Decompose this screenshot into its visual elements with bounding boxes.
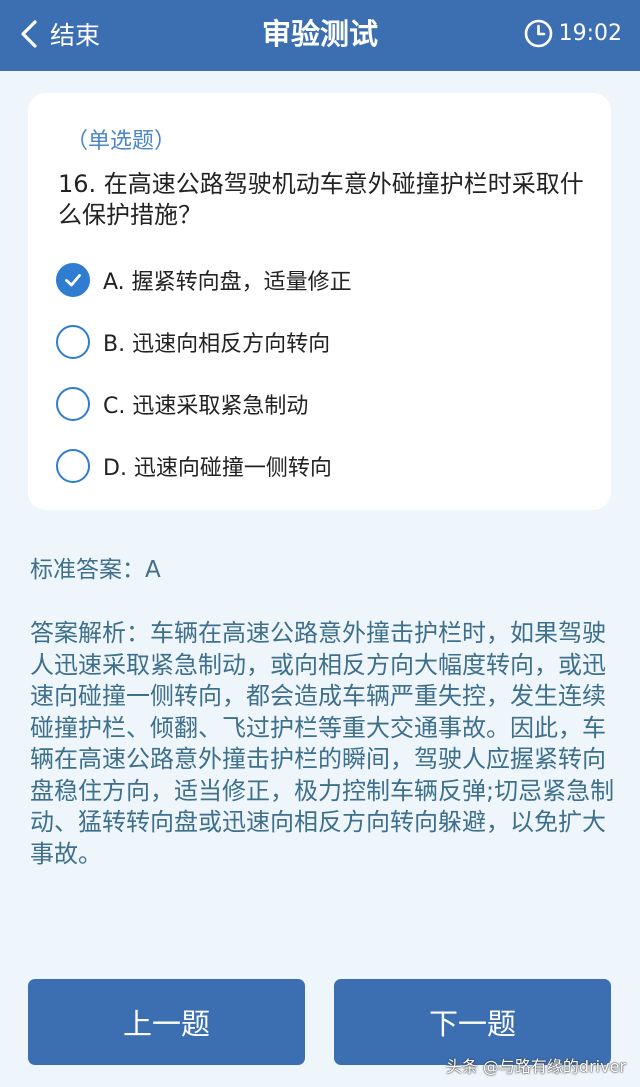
top-bar: 结束 审验测试 19:02: [0, 0, 640, 71]
end-button[interactable]: 结束: [18, 14, 100, 54]
answer-analysis: 答案解析：车辆在高速公路意外撞击护栏时，如果驾驶人迅速采取紧急制动，或向相反方向…: [30, 619, 615, 868]
standard-answer: 标准答案：A: [30, 557, 161, 583]
radio-icon[interactable]: [56, 387, 90, 421]
question-card: （单选题） 16. 在高速公路驾驶机动车意外碰撞护栏时采取什么保护措施？ A. …: [28, 93, 611, 510]
prev-question-button[interactable]: 上一题: [28, 979, 305, 1065]
watermark: 头条 @与路有缘的driver: [445, 1057, 626, 1076]
timer: 19:02: [524, 17, 622, 49]
chevron-left-icon: [21, 20, 37, 48]
checkmark-icon: [65, 274, 81, 287]
end-button-label: 结束: [50, 21, 101, 50]
option-b-label: B. 迅速向相反方向转向: [103, 332, 331, 357]
timer-value: 19:02: [558, 20, 622, 46]
option-d-label: D. 迅速向碰撞一侧转向: [103, 456, 332, 481]
clock-icon: [524, 19, 552, 47]
option-b[interactable]: B. 迅速向相反方向转向: [56, 322, 576, 362]
option-a-label: A. 握紧转向盘，适量修正: [103, 270, 352, 295]
question-type: （单选题）: [66, 129, 177, 154]
option-c-label: C. 迅速采取紧急制动: [103, 394, 309, 419]
question-text: 16. 在高速公路驾驶机动车意外碰撞护栏时采取什么保护措施？: [58, 170, 584, 229]
radio-icon[interactable]: [56, 325, 90, 359]
option-c[interactable]: C. 迅速采取紧急制动: [56, 384, 576, 424]
option-d[interactable]: D. 迅速向碰撞一侧转向: [56, 446, 576, 486]
checked-radio-icon[interactable]: [56, 263, 90, 297]
option-a[interactable]: A. 握紧转向盘，适量修正: [56, 260, 576, 300]
radio-icon[interactable]: [56, 449, 90, 483]
